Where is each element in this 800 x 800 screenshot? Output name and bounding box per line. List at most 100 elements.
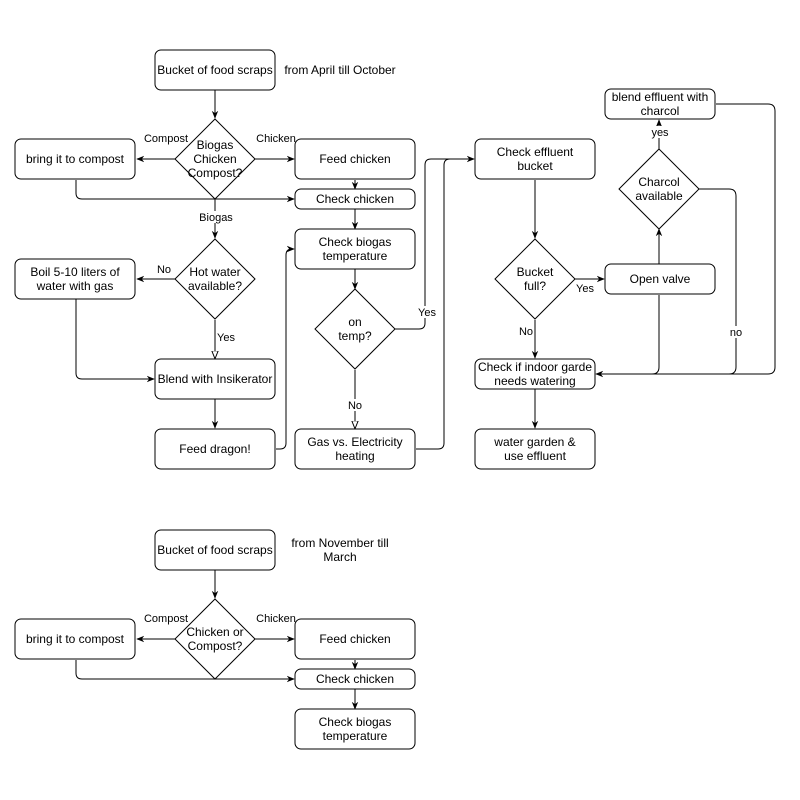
node-bucket-of-food-scraps-label-line: Bucket of food scraps <box>157 63 272 77</box>
node-feed-dragon[interactable]: Feed dragon! <box>154 428 276 470</box>
label-w-compost: Compost <box>144 613 188 625</box>
node-open-valve-label: Open valve <box>630 272 691 286</box>
node-check-indoor-garden-label-line: Check if indoor garde <box>478 360 592 374</box>
label-bucket-full-yes: Yes <box>576 283 594 295</box>
node-check-biogas-temperature-label-line: Check biogas <box>319 235 392 249</box>
node-gas-vs-electricity-label-line: Gas vs. Electricity <box>307 435 402 449</box>
node-w-decision-chicken-compost-label-line: Chicken or <box>186 625 243 639</box>
node-decision-hot-water[interactable]: Hot water available? <box>174 238 256 320</box>
node-blend-insikerator-label: Blend with Insikerator <box>158 372 273 386</box>
node-bucket-of-food-scraps-label: Bucket of food scraps <box>157 63 272 77</box>
node-decision-biogas-chicken-compost[interactable]: Biogas Chicken Compost? <box>174 118 256 200</box>
node-decision-biogas-chicken-compost-label-line: Biogas <box>197 138 234 152</box>
node-w-bring-to-compost[interactable]: bring it to compost <box>14 618 136 660</box>
label-bucket-full-no: No <box>519 326 533 338</box>
node-check-indoor-garden-label: Check if indoor garde needs watering <box>478 360 592 388</box>
node-water-garden-label-line: water garden & <box>493 435 575 449</box>
node-blend-effluent-charcol[interactable]: blend effluent with charcol <box>604 88 716 120</box>
label-charcol-no: no <box>730 327 742 339</box>
note-winter-period-line: March <box>323 550 356 564</box>
node-feed-chicken[interactable]: Feed chicken <box>294 138 416 180</box>
note-summer-period-line: from April till October <box>284 63 395 77</box>
note-winter-period-line: from November till <box>291 536 388 550</box>
node-boil-water-label: Boil 5-10 liters of water with gas <box>30 265 120 293</box>
node-decision-on-temp-label-line: temp? <box>338 329 372 343</box>
node-check-indoor-garden[interactable]: Check if indoor garde needs watering <box>474 358 596 390</box>
node-bring-to-compost[interactable]: bring it to compost <box>14 138 136 180</box>
node-decision-charcol-label: Charcol available <box>635 175 683 203</box>
node-gas-vs-electricity[interactable]: Gas vs. Electricity heating <box>294 428 416 470</box>
node-decision-hot-water-label: Hot water available? <box>188 265 242 293</box>
node-decision-on-temp-label-line: on <box>348 315 361 329</box>
node-feed-chicken-label-line: Feed chicken <box>319 152 390 166</box>
node-w-bucket-of-food-scraps[interactable]: Bucket of food scraps <box>154 529 276 571</box>
node-w-bring-to-compost-label: bring it to compost <box>26 632 125 646</box>
label-compost: Compost <box>144 133 188 145</box>
node-check-effluent-bucket[interactable]: Check effluent bucket <box>474 138 596 180</box>
nodes-layer: Bucket of food scrapsBiogas Chicken Compos… <box>14 49 716 750</box>
node-decision-bucket-full[interactable]: Bucket full? <box>494 238 576 320</box>
node-bring-to-compost-label-line: bring it to compost <box>26 152 125 166</box>
node-bring-to-compost-label: bring it to compost <box>26 152 125 166</box>
label-chicken: Chicken <box>256 133 296 145</box>
node-check-chicken[interactable]: Check chicken <box>294 188 416 210</box>
node-check-biogas-temperature[interactable]: Check biogas temperature <box>294 228 416 270</box>
node-w-feed-chicken[interactable]: Feed chicken <box>294 618 416 660</box>
node-w-decision-chicken-compost-label-line: Compost? <box>188 639 243 653</box>
node-check-biogas-temperature-label-line: temperature <box>323 249 388 263</box>
node-w-check-chicken[interactable]: Check chicken <box>294 668 416 690</box>
node-check-biogas-temperature-label: Check biogas temperature <box>319 235 392 263</box>
node-feed-dragon-label: Feed dragon! <box>179 442 250 456</box>
label-on-temp-no: No <box>348 400 362 412</box>
node-decision-on-temp[interactable]: on temp? <box>314 288 396 370</box>
node-decision-hot-water-label-line: Hot water <box>189 265 240 279</box>
node-w-decision-chicken-compost[interactable]: Chicken or Compost? <box>174 598 256 680</box>
label-biogas: Biogas <box>199 212 233 224</box>
node-decision-hot-water-label-line: available? <box>188 279 242 293</box>
node-bucket-of-food-scraps[interactable]: Bucket of food scraps <box>154 49 276 91</box>
node-w-feed-chicken-label: Feed chicken <box>319 632 390 646</box>
node-boil-water[interactable]: Boil 5-10 liters of water with gas <box>14 258 136 300</box>
node-blend-insikerator[interactable]: Blend with Insikerator <box>154 358 276 400</box>
label-hot-water-no: No <box>157 264 171 276</box>
node-feed-dragon-label-line: Feed dragon! <box>179 442 250 456</box>
node-water-garden-label: water garden & use effluent <box>493 435 575 463</box>
node-water-garden[interactable]: water garden & use effluent <box>474 428 596 470</box>
node-water-garden-label-line: use effluent <box>504 449 566 463</box>
node-blend-effluent-charcol-label-line: blend effluent with <box>612 90 709 104</box>
edge-blend-effluent-to-check-garden <box>595 103 776 378</box>
node-open-valve-label-line: Open valve <box>630 272 691 286</box>
node-decision-charcol-label-line: available <box>635 189 683 203</box>
node-w-check-biogas-temperature-label-line: temperature <box>323 729 388 743</box>
node-w-check-biogas-temperature[interactable]: Check biogas temperature <box>294 708 416 750</box>
node-blend-insikerator-label-line: Blend with Insikerator <box>158 372 273 386</box>
node-decision-bucket-full-label-line: Bucket <box>517 265 554 279</box>
node-decision-biogas-chicken-compost-label-line: Compost? <box>188 166 243 180</box>
edge-gas-elec-to-effluent <box>416 158 460 450</box>
flowchart-canvas: Bucket of food scrapsBiogas Chicken Compos… <box>14 49 776 750</box>
edge-w-compost-to-check-chicken <box>75 660 295 683</box>
node-gas-vs-electricity-label-line: heating <box>335 449 374 463</box>
node-check-effluent-bucket-label-line: Check effluent <box>497 145 574 159</box>
node-decision-charcol[interactable]: Charcol available <box>618 148 700 230</box>
note-summer-period: from April till October <box>284 63 395 77</box>
label-w-chicken: Chicken <box>256 613 296 625</box>
node-w-bucket-of-food-scraps-label-line: Bucket of food scraps <box>157 543 272 557</box>
edge-feed-dragon-to-biogas <box>276 245 295 450</box>
node-w-check-biogas-temperature-label: Check biogas temperature <box>319 715 392 743</box>
node-w-feed-chicken-label-line: Feed chicken <box>319 632 390 646</box>
node-decision-charcol-label-line: Charcol <box>638 175 679 189</box>
node-check-indoor-garden-label-line: needs watering <box>494 374 575 388</box>
node-boil-water-label-line: Boil 5-10 liters of <box>30 265 120 279</box>
node-open-valve[interactable]: Open valve <box>604 263 716 295</box>
node-check-effluent-bucket-label-line: bucket <box>517 159 553 173</box>
label-hot-water-yes: Yes <box>217 332 235 344</box>
node-w-bucket-of-food-scraps-label: Bucket of food scraps <box>157 543 272 557</box>
edge-open-valve-to-check-garden <box>600 295 660 375</box>
node-feed-chicken-label: Feed chicken <box>319 152 390 166</box>
node-decision-biogas-chicken-compost-label-line: Chicken <box>193 152 236 166</box>
label-on-temp-yes: Yes <box>418 307 436 319</box>
node-w-decision-chicken-compost-label: Chicken or Compost? <box>186 625 243 653</box>
edge-compost-to-check-chicken <box>75 180 295 203</box>
node-boil-water-label-line: water with gas <box>36 279 114 293</box>
